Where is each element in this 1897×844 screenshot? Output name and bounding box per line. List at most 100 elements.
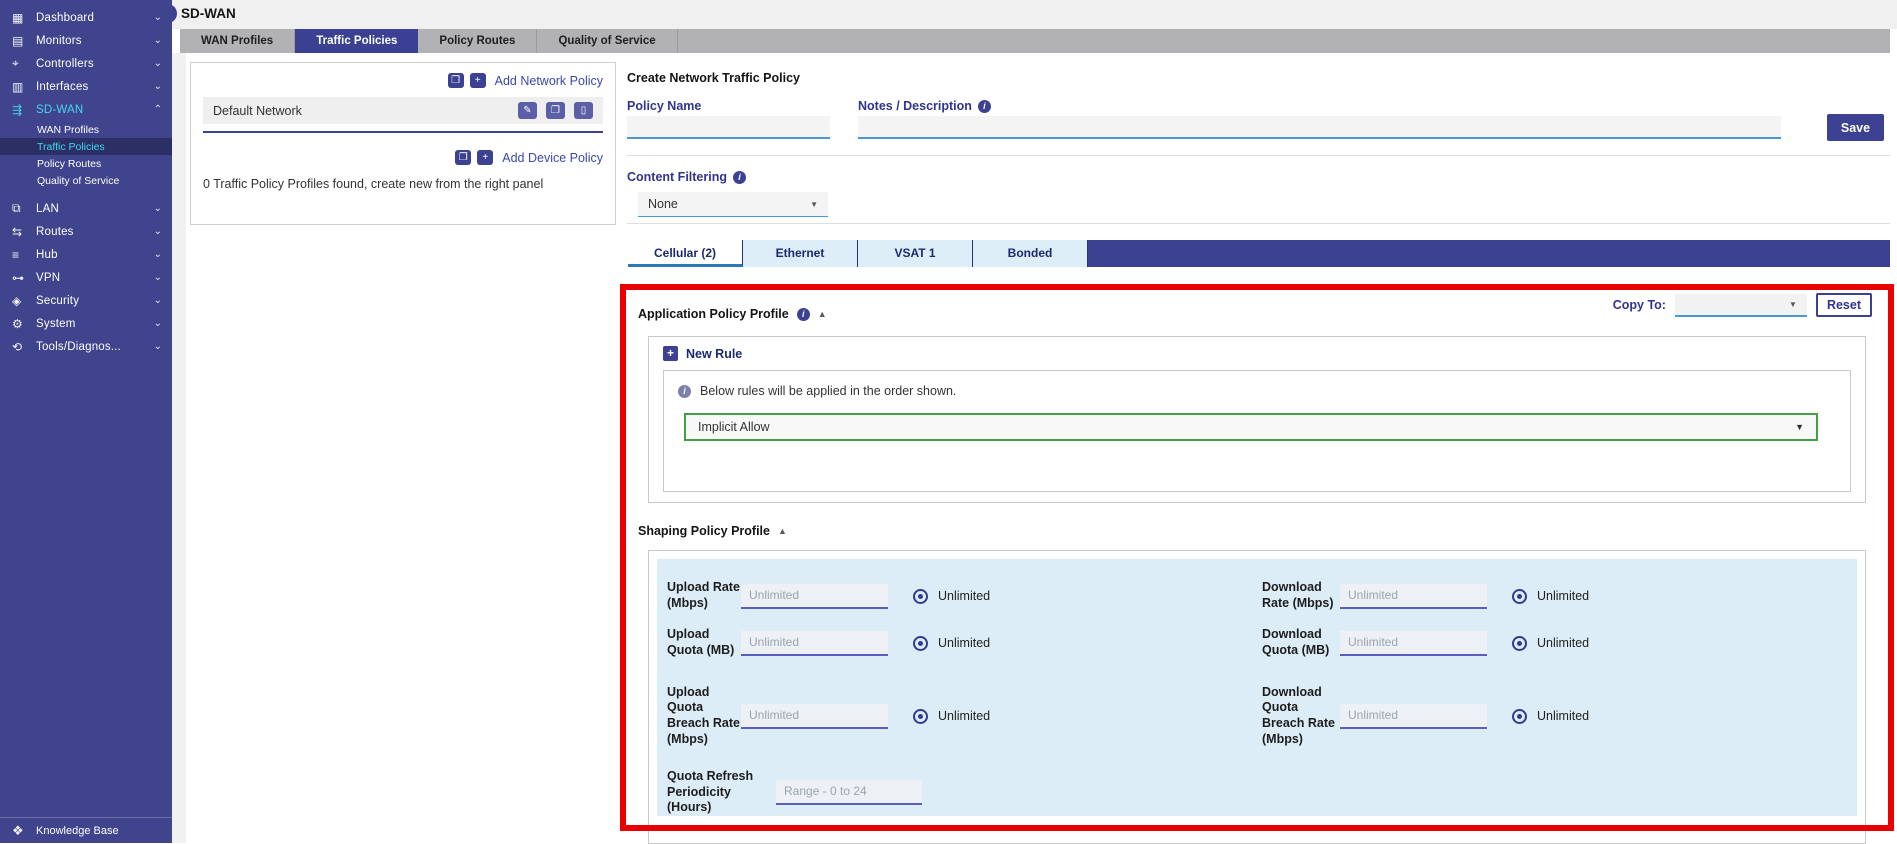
sdwan-submenu: WAN Profiles Traffic Policies Policy Rou…	[0, 121, 172, 189]
quota-refresh-row: Quota Refresh Periodicity (Hours)	[667, 769, 1262, 816]
copy-icon[interactable]: ❐	[546, 102, 565, 119]
unlimited-radio[interactable]	[1512, 709, 1527, 724]
plus-icon[interactable]: +	[470, 73, 486, 88]
chevron-down-icon: ⌄	[154, 318, 162, 329]
sidebar-item-tools-diagnostics[interactable]: ⟲ Tools/Diagnos... ⌄	[0, 335, 172, 358]
tab-wan-profiles[interactable]: WAN Profiles	[180, 29, 295, 53]
download-rate-label: Download Rate (Mbps)	[1262, 580, 1340, 611]
save-button[interactable]: Save	[1827, 114, 1884, 141]
info-icon[interactable]: i	[797, 308, 810, 321]
page-header: ‹ SD-WAN	[172, 0, 1897, 29]
monitors-icon: ▤	[12, 34, 36, 48]
content-filtering-value: None	[648, 197, 678, 211]
notes-input[interactable]	[858, 116, 1781, 139]
implicit-allow-rule[interactable]: Implicit Allow ▼	[684, 413, 1818, 441]
info-icon[interactable]: i	[733, 171, 746, 184]
download-quota-breach-input[interactable]	[1340, 704, 1487, 729]
chevron-down-icon: ⌄	[154, 341, 162, 352]
import-policy-icon[interactable]: ❐	[455, 150, 471, 165]
sidebar-item-hub[interactable]: ≡ Hub ⌄	[0, 243, 172, 266]
unlimited-radio[interactable]	[913, 709, 928, 724]
tab-quality-of-service[interactable]: Quality of Service	[537, 29, 677, 53]
sidebar-item-label: Controllers	[36, 58, 154, 70]
sidebar-item-label: Hub	[36, 249, 154, 261]
unlimited-radio[interactable]	[1512, 636, 1527, 651]
sidebar-item-wan-profiles[interactable]: WAN Profiles	[0, 121, 172, 138]
sidebar-item-quality-of-service[interactable]: Quality of Service	[0, 172, 172, 189]
info-icon[interactable]: i	[978, 100, 991, 113]
upload-quota-breach-row: Upload Quota Breach Rate (Mbps) Unlimite…	[667, 663, 1262, 769]
sidebar-item-security[interactable]: ◈ Security ⌄	[0, 289, 172, 312]
notes-label: Notes / Description i	[858, 99, 991, 113]
upload-rate-input[interactable]	[741, 584, 888, 609]
add-device-policy-button[interactable]: Add Device Policy	[502, 151, 603, 165]
upload-quota-breach-input[interactable]	[741, 704, 888, 729]
new-rule-button[interactable]: + New Rule	[663, 346, 1851, 361]
bar-chart-icon: ▥	[12, 80, 36, 94]
sub-item-label: WAN Profiles	[37, 124, 99, 136]
cellular-policy-section: Copy To: ▼ Reset Application Policy Prof…	[620, 284, 1894, 843]
sidebar-item-label: Dashboard	[36, 12, 154, 24]
sidebar-item-traffic-policies[interactable]: Traffic Policies	[0, 138, 172, 155]
shaping-panel: Upload Rate (Mbps) Unlimited Upload Quot…	[657, 559, 1857, 816]
chevron-down-icon: ⌄	[154, 58, 162, 69]
plus-icon[interactable]: +	[477, 150, 493, 165]
download-rate-input[interactable]	[1340, 584, 1487, 609]
upload-quota-label: Upload Quota (MB)	[667, 627, 741, 658]
chevron-down-icon: ⌄	[154, 12, 162, 23]
main-content: ‹ SD-WAN WAN Profiles Traffic Policies P…	[172, 0, 1897, 843]
sidebar-item-controllers[interactable]: ⌖ Controllers ⌄	[0, 52, 172, 75]
copy-to-select[interactable]: ▼	[1675, 294, 1807, 317]
sidebar-item-system[interactable]: ⚙ System ⌄	[0, 312, 172, 335]
sidebar-item-lan[interactable]: ⧉ LAN ⌄	[0, 197, 172, 220]
tab-bonded[interactable]: Bonded	[973, 240, 1088, 267]
sidebar-item-label: SD-WAN	[36, 104, 154, 116]
sidebar-item-knowledge-base[interactable]: ❖ Knowledge Base	[0, 817, 172, 843]
tab-vsat1[interactable]: VSAT 1	[858, 240, 973, 267]
chevron-up-icon: ⌃	[154, 104, 162, 115]
quota-refresh-input[interactable]	[776, 780, 922, 805]
sidebar-item-monitors[interactable]: ▤ Monitors ⌄	[0, 29, 172, 52]
tab-ethernet[interactable]: Ethernet	[743, 240, 858, 267]
policy-name-input[interactable]	[627, 116, 830, 139]
download-quota-input[interactable]	[1340, 631, 1487, 656]
sidebar-item-dashboard[interactable]: ▦ Dashboard ⌄	[0, 6, 172, 29]
upload-quota-breach-label: Upload Quota Breach Rate (Mbps)	[667, 685, 741, 748]
default-network-row[interactable]: Default Network ✎ ❐ ▯	[203, 97, 603, 124]
collapse-icon[interactable]: ▲	[778, 526, 787, 536]
rules-box: i Below rules will be applied in the ord…	[663, 370, 1851, 492]
tab-policy-routes[interactable]: Policy Routes	[418, 29, 537, 53]
sidebar-item-policy-routes[interactable]: Policy Routes	[0, 155, 172, 172]
reset-button[interactable]: Reset	[1816, 293, 1872, 317]
edit-icon[interactable]: ✎	[518, 102, 537, 119]
sidebar-item-interfaces[interactable]: ▥ Interfaces ⌄	[0, 75, 172, 98]
policy-list-panel: ❐ + Add Network Policy Default Network ✎…	[190, 62, 616, 225]
unlimited-radio[interactable]	[913, 589, 928, 604]
dropdown-arrow-icon: ▼	[1789, 300, 1797, 309]
add-network-policy-button[interactable]: Add Network Policy	[495, 74, 603, 88]
form-divider	[627, 155, 1890, 156]
download-column: Download Rate (Mbps) Unlimited Download …	[1262, 569, 1857, 810]
empty-profiles-message: 0 Traffic Policy Profiles found, create …	[203, 177, 603, 191]
tab-cellular[interactable]: Cellular (2)	[628, 240, 743, 267]
content-filtering-select[interactable]: None ▼	[638, 192, 828, 217]
sidebar-item-label: Monitors	[36, 35, 154, 47]
sub-item-label: Traffic Policies	[37, 141, 105, 153]
info-icon: i	[678, 385, 691, 398]
sidebar-item-vpn[interactable]: ⊶ VPN ⌄	[0, 266, 172, 289]
delete-icon[interactable]: ▯	[574, 102, 593, 119]
link-tabbar: Cellular (2) Ethernet VSAT 1 Bonded	[628, 240, 1890, 267]
collapse-icon[interactable]: ▲	[818, 309, 827, 319]
sidebar-item-sdwan[interactable]: ⇶ SD-WAN ⌃	[0, 98, 172, 121]
sidebar-item-label: System	[36, 318, 154, 330]
sidebar-item-routes[interactable]: ⇆ Routes ⌄	[0, 220, 172, 243]
form-title: Create Network Traffic Policy	[627, 71, 800, 85]
unlimited-radio[interactable]	[913, 636, 928, 651]
import-policy-icon[interactable]: ❐	[448, 73, 464, 88]
download-quota-breach-row: Download Quota Breach Rate (Mbps) Unlimi…	[1262, 663, 1857, 769]
unlimited-radio[interactable]	[1512, 589, 1527, 604]
tab-traffic-policies[interactable]: Traffic Policies	[295, 29, 418, 53]
knowledge-base-label: Knowledge Base	[36, 825, 119, 837]
upload-quota-input[interactable]	[741, 631, 888, 656]
shaping-policy-box: Upload Rate (Mbps) Unlimited Upload Quot…	[648, 550, 1866, 844]
